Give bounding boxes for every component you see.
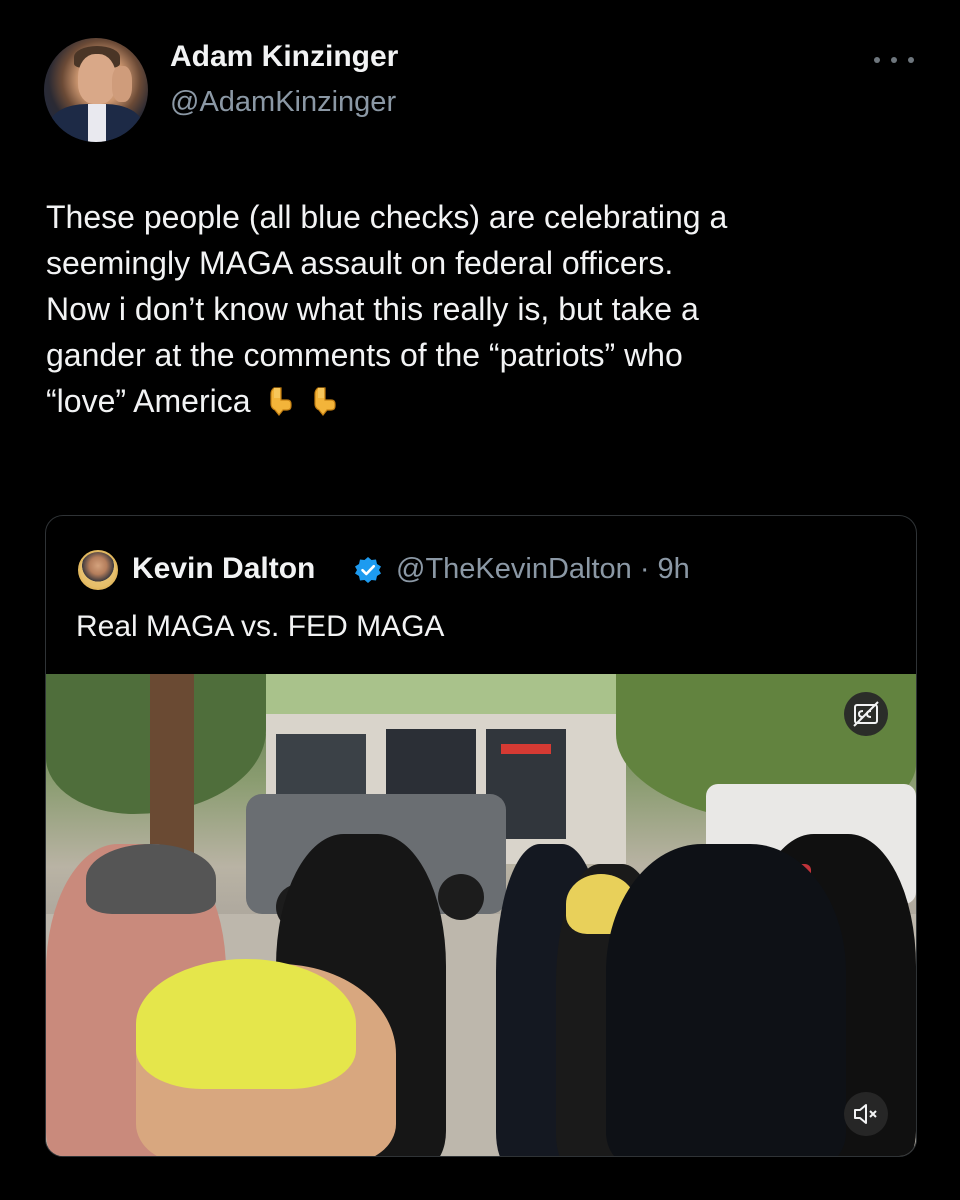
more-options-icon[interactable] — [874, 52, 914, 68]
verified-badge-icon — [355, 557, 381, 583]
tweet-text-body: These people (all blue checks) are celeb… — [46, 199, 728, 419]
captions-icon[interactable] — [844, 692, 888, 736]
pointing-down-icon — [265, 382, 295, 416]
quoted-tweet-card[interactable]: Kevin Dalton @TheKevinDalton · 9h Real M… — [45, 515, 917, 1157]
quoted-author-name[interactable]: Kevin Dalton — [132, 552, 315, 586]
video-player[interactable] — [46, 674, 916, 1156]
quoted-author-avatar[interactable] — [78, 550, 118, 590]
mute-icon[interactable] — [844, 1092, 888, 1136]
tweet-text: These people (all blue checks) are celeb… — [46, 194, 926, 424]
author-handle[interactable]: @AdamKinzinger — [170, 86, 396, 119]
pointing-down-icon — [309, 382, 339, 416]
author-name[interactable]: Adam Kinzinger — [170, 40, 398, 74]
author-avatar[interactable] — [44, 38, 148, 142]
tweet-post[interactable]: Adam Kinzinger @AdamKinzinger These peop… — [0, 0, 960, 1200]
quoted-author-handle[interactable]: @TheKevinDalton · 9h — [396, 553, 690, 586]
quoted-tweet-text: Real MAGA vs. FED MAGA — [76, 610, 445, 643]
